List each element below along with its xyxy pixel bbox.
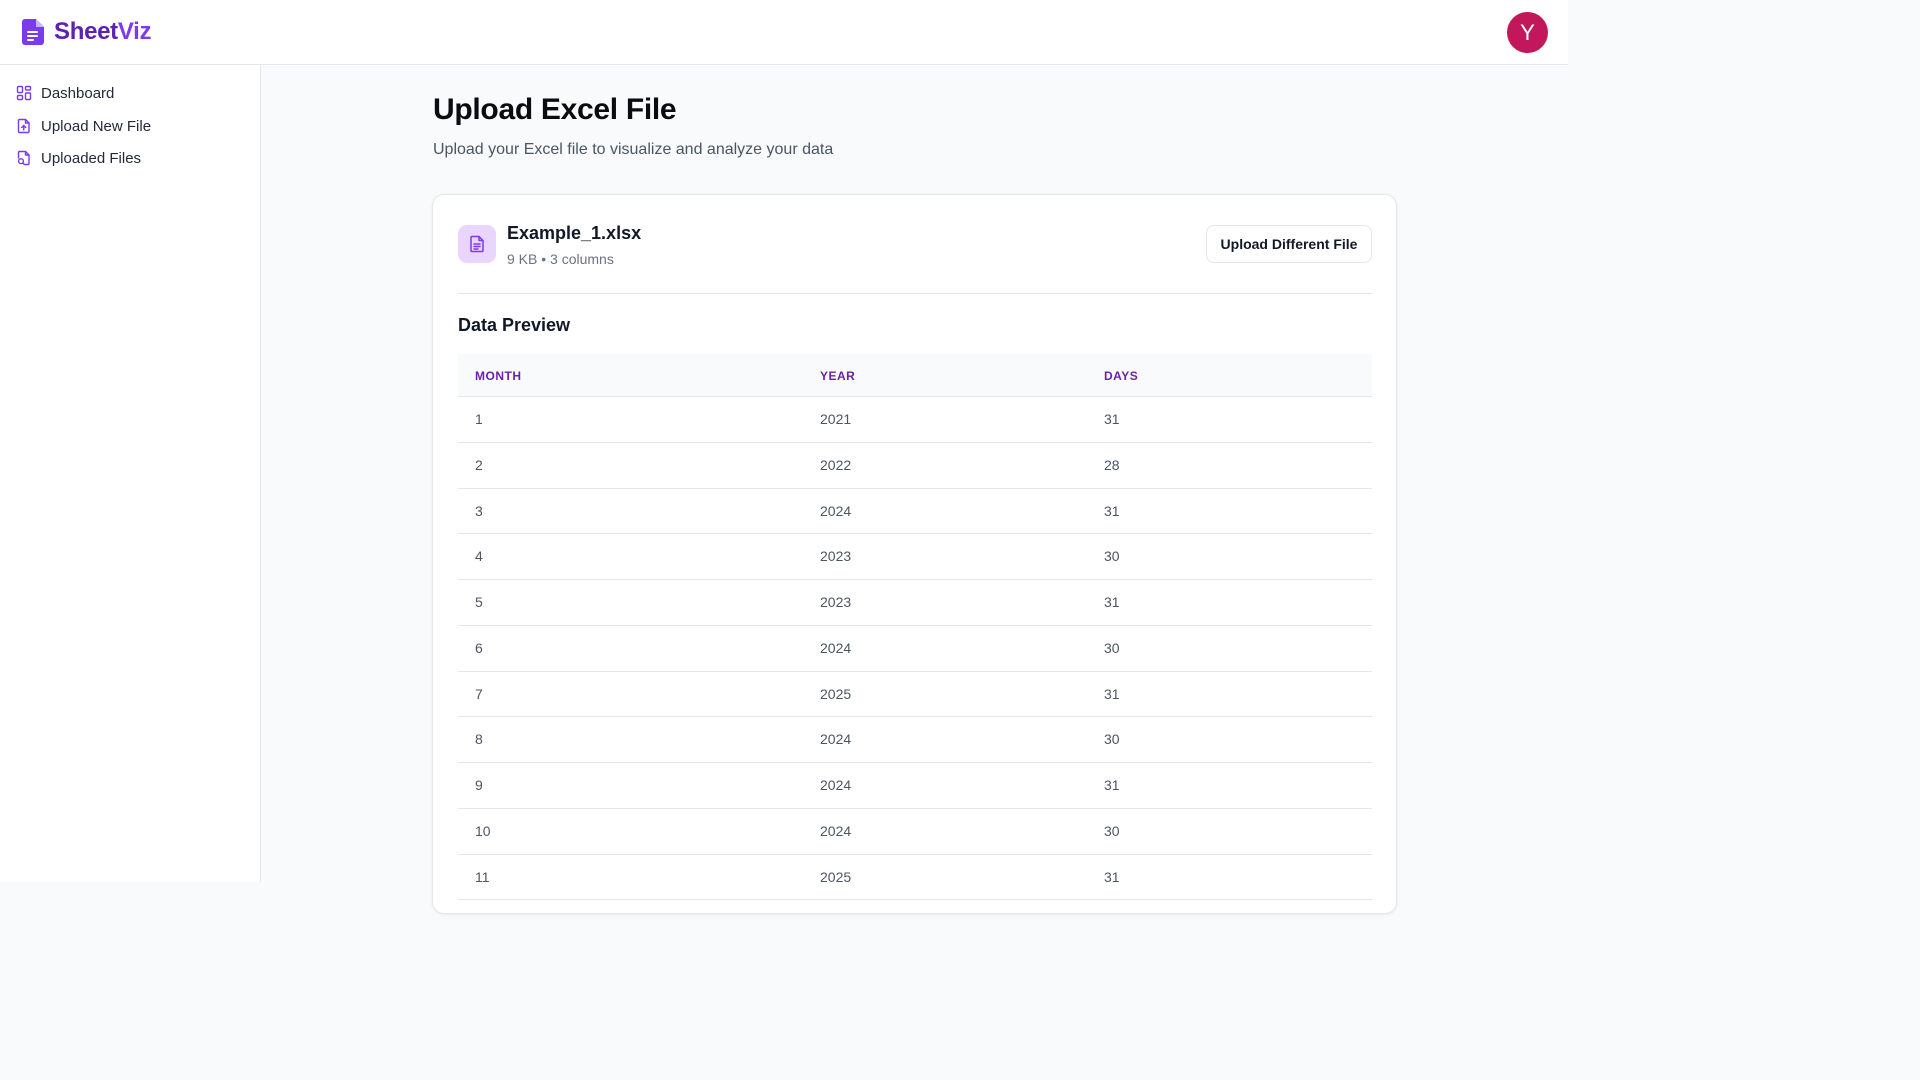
data-preview-table: MONTH YEAR DAYS 1 2021 31 2 2022 28 3 20… (458, 354, 1372, 901)
spreadsheet-file-icon (470, 235, 484, 253)
table-row: 6 2024 30 (458, 626, 1372, 672)
column-header-days[interactable]: DAYS (1104, 369, 1138, 383)
table-row: 7 2025 31 (458, 672, 1372, 718)
cell-days: 31 (1104, 411, 1120, 427)
cell-year: 2022 (820, 456, 852, 473)
cell-year: 2024 (820, 639, 852, 656)
cell-month: 7 (475, 685, 483, 702)
cell-days: 31 (1104, 868, 1120, 885)
cell-month: 9 (475, 777, 483, 793)
upload-different-file-button[interactable]: Upload Different File (1206, 225, 1372, 263)
cell-month: 1 (475, 411, 483, 427)
file-preview-card: Example_1.xlsx 9 KB • 3 columns Upload D… (432, 194, 1397, 914)
table-header: MONTH YEAR DAYS (458, 354, 1372, 397)
cell-days: 31 (1104, 777, 1120, 793)
cell-year: 2023 (820, 548, 852, 565)
cell-days: 30 (1104, 731, 1120, 748)
page-title: Upload Excel File (433, 93, 677, 126)
sidebar: Dashboard Upload New File Uploaded Files (0, 65, 261, 882)
cell-month: 6 (475, 639, 483, 656)
table-row: 10 2024 30 (458, 809, 1372, 855)
sidebar-item-uploaded-files[interactable]: Uploaded Files (16, 146, 141, 170)
cell-year: 2021 (820, 411, 852, 427)
cell-month: 8 (475, 731, 483, 748)
app-name: SheetViz (54, 18, 152, 46)
app-name-part2: Viz (117, 18, 152, 45)
sidebar-item-label: Dashboard (41, 84, 115, 102)
cell-days: 30 (1104, 822, 1120, 839)
sidebar-item-dashboard[interactable]: Dashboard (16, 81, 114, 105)
document-icon (22, 19, 44, 45)
file-name: Example_1.xlsx (507, 223, 642, 243)
table-row: 9 2024 31 (458, 763, 1372, 809)
cell-year: 2025 (820, 685, 852, 702)
cell-year: 2024 (820, 777, 852, 793)
table-row: 2 2022 28 (458, 443, 1372, 489)
sidebar-item-label: Uploaded Files (41, 149, 142, 167)
cell-days: 30 (1104, 639, 1120, 656)
cell-month: 10 (475, 822, 491, 839)
file-meta: 9 KB • 3 columns (507, 251, 614, 267)
table-row: 8 2024 30 (458, 717, 1372, 763)
file-search-icon (17, 150, 30, 166)
cell-days: 30 (1104, 548, 1120, 565)
table-row: 11 2025 31 (458, 855, 1372, 901)
table-row: 1 2021 31 (458, 397, 1372, 443)
file-upload-icon (17, 118, 30, 134)
user-avatar[interactable]: Y (1507, 12, 1548, 53)
cell-year: 2024 (820, 502, 852, 519)
sidebar-item-label: Upload New File (41, 117, 152, 135)
cell-days: 31 (1104, 594, 1120, 610)
table-row: 3 2024 31 (458, 489, 1372, 535)
cell-year: 2024 (820, 731, 852, 748)
cell-year: 2024 (820, 822, 852, 839)
brand-logo[interactable]: SheetViz (22, 16, 152, 48)
cell-month: 3 (475, 502, 483, 519)
sidebar-item-upload-new-file[interactable]: Upload New File (16, 114, 151, 138)
divider (458, 293, 1372, 294)
top-bar: SheetViz Y (0, 0, 1568, 65)
cell-days: 31 (1104, 685, 1120, 702)
cell-year: 2023 (820, 594, 852, 610)
cell-month: 11 (475, 868, 490, 885)
table-row: 4 2023 30 (458, 534, 1372, 580)
cell-days: 28 (1104, 456, 1120, 473)
column-header-year[interactable]: YEAR (820, 369, 855, 383)
file-icon-badge (458, 225, 496, 263)
column-header-month[interactable]: MONTH (475, 369, 522, 383)
cell-year: 2025 (820, 868, 852, 885)
cell-month: 2 (475, 456, 483, 473)
cell-days: 31 (1104, 502, 1120, 519)
page-subtitle: Upload your Excel file to visualize and … (433, 141, 834, 158)
cell-month: 5 (475, 594, 483, 610)
dashboard-icon (16, 85, 32, 101)
table-row: 5 2023 31 (458, 580, 1372, 626)
app-name-part1: Sheet (54, 18, 118, 45)
data-preview-title: Data Preview (458, 315, 571, 335)
cell-month: 4 (475, 548, 483, 565)
